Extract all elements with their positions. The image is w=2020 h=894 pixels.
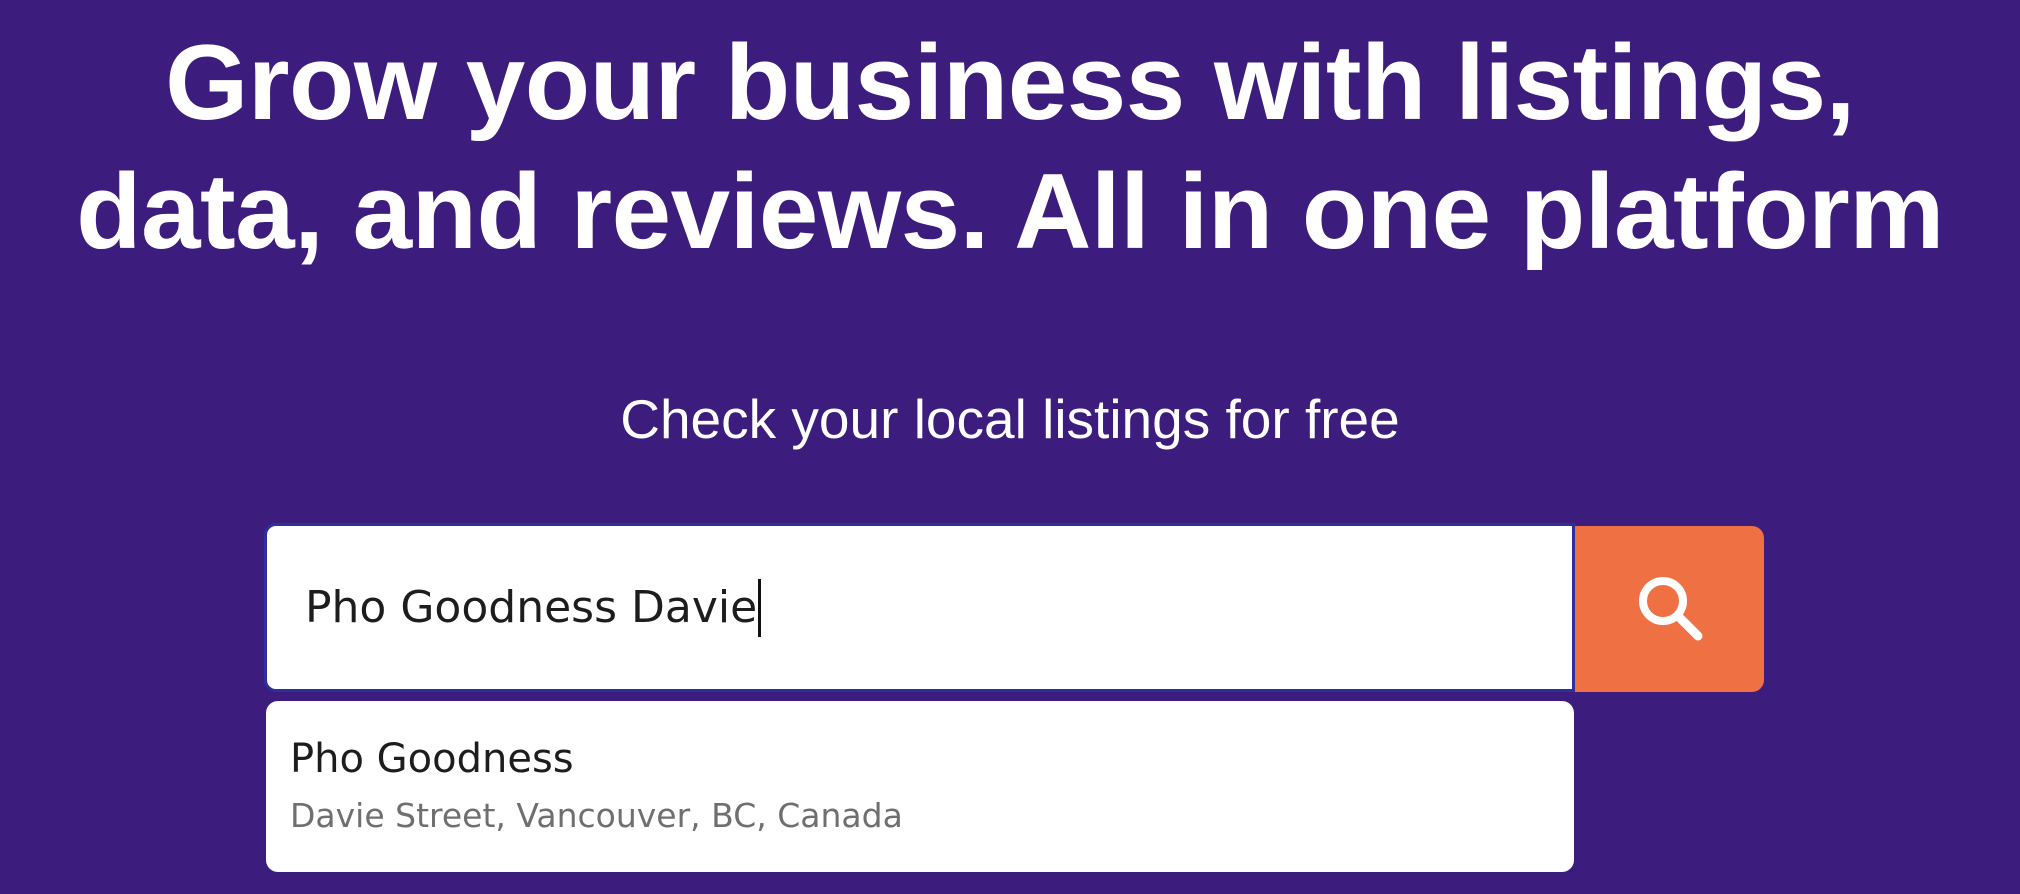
search-form: Pho Goodness Davie <box>264 523 1764 694</box>
search-button[interactable] <box>1575 526 1764 692</box>
search-input-wrapper[interactable]: Pho Goodness Davie <box>264 523 1575 692</box>
hero-title: Grow your business with listings, data, … <box>0 18 2020 276</box>
suggestion-name: Pho Goodness <box>290 736 574 782</box>
hero-title-line-1: Grow your business with listings, <box>165 22 1855 142</box>
hero-subtitle: Check your local listings for free <box>620 388 1400 450</box>
suggestion-item[interactable]: Pho Goodness Davie Street, Vancouver, BC… <box>266 701 1574 872</box>
text-caret <box>758 578 762 637</box>
search-input[interactable]: Pho Goodness Davie <box>305 526 762 689</box>
search-icon <box>1638 577 1702 641</box>
search-suggestions-dropdown: Pho Goodness Davie Street, Vancouver, BC… <box>266 701 1574 872</box>
hero-title-line-2: data, and reviews. All in one platform <box>76 151 1944 271</box>
suggestion-address: Davie Street, Vancouver, BC, Canada <box>290 796 903 835</box>
search-input-value: Pho Goodness Davie <box>305 582 758 633</box>
